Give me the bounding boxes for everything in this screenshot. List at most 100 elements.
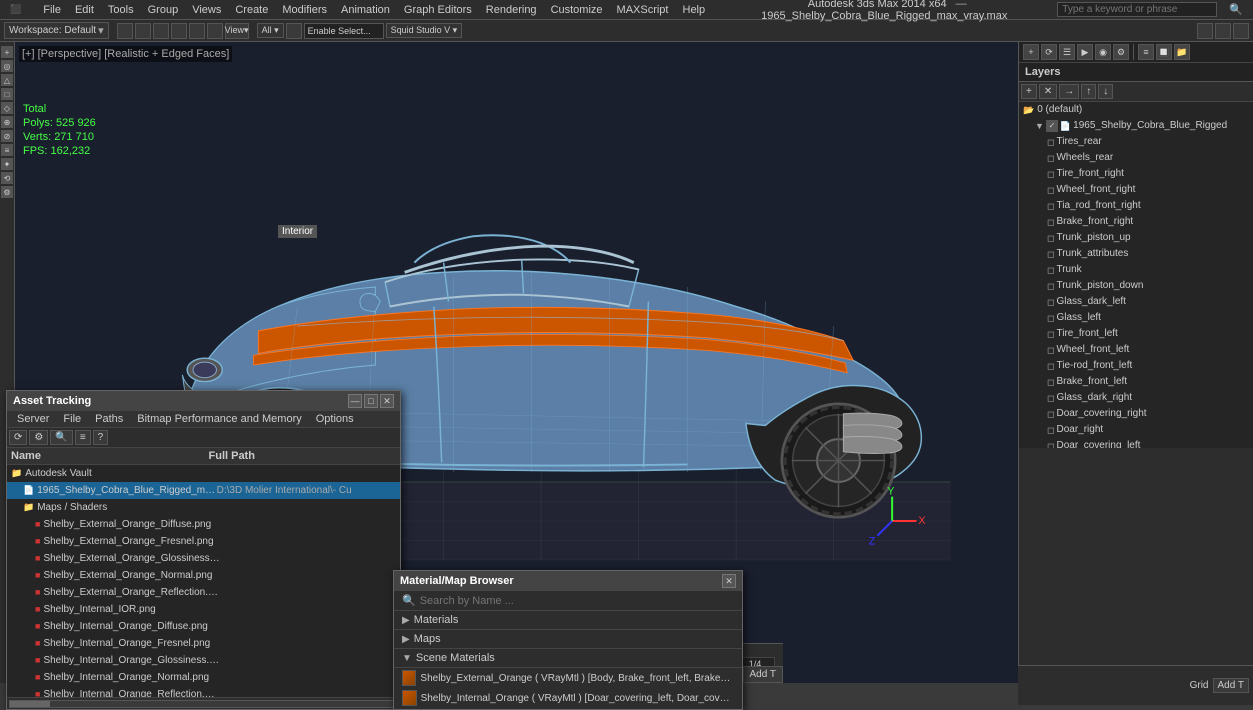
- asset-minimize-button[interactable]: —: [348, 394, 362, 408]
- layer-item[interactable]: ◻Trunk_piston_up: [1019, 230, 1253, 246]
- left-icon-10[interactable]: ⟲: [1, 172, 13, 184]
- squid-dropdown[interactable]: Squid Studio V ▾: [386, 23, 463, 38]
- layer-item[interactable]: ◻Tire_front_right: [1019, 166, 1253, 182]
- redo-icon[interactable]: [135, 23, 151, 39]
- layer-item[interactable]: ◻Tie-rod_front_left: [1019, 358, 1253, 374]
- asset-list-item[interactable]: ■ Shelby_External_Orange_Fresnel.png: [7, 533, 400, 550]
- asset-settings-button[interactable]: ⚙: [29, 430, 48, 445]
- left-icon-6[interactable]: ⊕: [1, 116, 13, 128]
- menu-help[interactable]: Help: [677, 4, 712, 16]
- menu-tools[interactable]: Tools: [102, 4, 140, 16]
- scene-material-item[interactable]: Shelby_External_Orange ( VRayMtl ) [Body…: [394, 668, 742, 688]
- scene-material-item[interactable]: Shelby_Internal_Orange ( VRayMtl ) [Doar…: [394, 688, 742, 708]
- asset-menu-bitmap[interactable]: Bitmap Performance and Memory: [131, 412, 307, 426]
- left-icon-1[interactable]: +: [1, 46, 13, 58]
- left-icon-9[interactable]: ✦: [1, 158, 13, 170]
- layer-item[interactable]: ◻Doar_right: [1019, 422, 1253, 438]
- create-icon[interactable]: +: [1023, 44, 1039, 60]
- layer-item[interactable]: ◻Brake_front_right: [1019, 214, 1253, 230]
- material-search-input[interactable]: [420, 595, 734, 607]
- scale-icon[interactable]: [207, 23, 223, 39]
- menu-file[interactable]: File: [37, 4, 67, 16]
- layer-item[interactable]: ◻Brake_front_left: [1019, 374, 1253, 390]
- scene-icon[interactable]: 🔲: [1156, 44, 1172, 60]
- left-icon-8[interactable]: ≡: [1, 144, 13, 156]
- layer-item[interactable]: ◻Doar_covering_left: [1019, 438, 1253, 448]
- menu-graph-editors[interactable]: Graph Editors: [398, 4, 478, 16]
- asset-list-item[interactable]: ■ Shelby_External_Orange_Normal.png: [7, 567, 400, 584]
- left-icon-2[interactable]: ◎: [1, 60, 13, 72]
- layer-item[interactable]: 📂0 (default): [1019, 102, 1253, 118]
- layer-item[interactable]: ▼✓📄1965_Shelby_Cobra_Blue_Rigged: [1019, 118, 1253, 134]
- layer-item[interactable]: ◻Wheels_rear: [1019, 150, 1253, 166]
- hierarchy-icon[interactable]: ☰: [1059, 44, 1075, 60]
- asset-list-item[interactable]: ■ Shelby_Internal_Orange_Reflection.png: [7, 686, 400, 697]
- utilities-icon[interactable]: ⚙: [1113, 44, 1129, 60]
- asset-scroll-track[interactable]: [9, 700, 398, 708]
- select-filter-input[interactable]: Enable Select...: [304, 23, 384, 39]
- modify-icon[interactable]: ⟳: [1041, 44, 1057, 60]
- asset-list-item[interactable]: ■ Shelby_Internal_Orange_Glossiness.png: [7, 652, 400, 669]
- view-dropdown[interactable]: View▾: [225, 23, 249, 39]
- menu-customize[interactable]: Customize: [545, 4, 609, 16]
- rotate-icon[interactable]: [189, 23, 205, 39]
- menu-create[interactable]: Create: [229, 4, 274, 16]
- workspace-dropdown[interactable]: Workspace: Default ▾: [4, 22, 109, 39]
- material-close-button[interactable]: ✕: [722, 574, 736, 588]
- layer-item[interactable]: ◻Trunk_attributes: [1019, 246, 1253, 262]
- layer-item[interactable]: ◻Doar_covering_right: [1019, 406, 1253, 422]
- left-icon-3[interactable]: △: [1, 74, 13, 86]
- asset-close-button[interactable]: ✕: [380, 394, 394, 408]
- layer-item[interactable]: ◻Wheel_front_right: [1019, 182, 1253, 198]
- material-icon[interactable]: [1215, 23, 1231, 39]
- layer-item[interactable]: ◻Trunk_piston_down: [1019, 278, 1253, 294]
- asset-options-button[interactable]: ≡: [75, 430, 91, 445]
- asset-menu-paths[interactable]: Paths: [89, 412, 129, 426]
- asset-list-item[interactable]: 📁 Maps / Shaders: [7, 499, 400, 516]
- menu-animation[interactable]: Animation: [335, 4, 396, 16]
- layer-item[interactable]: ◻Wheel_front_left: [1019, 342, 1253, 358]
- asset-list-item[interactable]: ■ Shelby_Internal_IOR.png: [7, 601, 400, 618]
- asset-list-item[interactable]: ■ Shelby_Internal_Orange_Fresnel.png: [7, 635, 400, 652]
- asset-maximize-button[interactable]: □: [364, 394, 378, 408]
- layer-item[interactable]: ◻Glass_dark_right: [1019, 390, 1253, 406]
- asset-menu-options[interactable]: Options: [310, 412, 360, 426]
- scene-materials-section[interactable]: ▼ Scene Materials: [394, 649, 742, 668]
- asset-list-item[interactable]: ■ Shelby_External_Orange_Reflection.png: [7, 584, 400, 601]
- left-icon-4[interactable]: □: [1, 88, 13, 100]
- layer-item[interactable]: ◻Tire_front_left: [1019, 326, 1253, 342]
- asset-list-item[interactable]: ■ Shelby_External_Orange_Glossiness.png: [7, 550, 400, 567]
- materials-section[interactable]: ▶ Materials: [394, 611, 742, 630]
- add-time-button[interactable]: Add T: [743, 666, 784, 683]
- asset-list-item[interactable]: 📄 1965_Shelby_Cobra_Blue_Rigged_max_vray…: [7, 482, 400, 499]
- asset-find-button[interactable]: 🔍: [50, 430, 72, 445]
- layer-item[interactable]: ◻Tia_rod_front_right: [1019, 198, 1253, 214]
- display-icon[interactable]: ◉: [1095, 44, 1111, 60]
- asset-scroll-thumb[interactable]: [10, 701, 50, 707]
- move-icon[interactable]: [171, 23, 187, 39]
- layer-icon[interactable]: ≡: [1138, 44, 1154, 60]
- asset-menu-file[interactable]: File: [57, 412, 87, 426]
- layer-item[interactable]: ◻Trunk: [1019, 262, 1253, 278]
- menu-group[interactable]: Group: [142, 4, 185, 16]
- explorer-icon[interactable]: 📁: [1174, 44, 1190, 60]
- asset-list-item[interactable]: ■ Shelby_Internal_Orange_Diffuse.png: [7, 618, 400, 635]
- menu-modifiers[interactable]: Modifiers: [276, 4, 333, 16]
- render-icon[interactable]: [1197, 23, 1213, 39]
- maps-section[interactable]: ▶ Maps: [394, 630, 742, 649]
- asset-list-item[interactable]: 📁 Autodesk Vault: [7, 465, 400, 482]
- undo-icon[interactable]: [117, 23, 133, 39]
- search-input[interactable]: [1057, 2, 1217, 17]
- menu-maxscript[interactable]: MAXScript: [611, 4, 675, 16]
- select-icon[interactable]: [153, 23, 169, 39]
- filter-dropdown[interactable]: All ▾: [257, 23, 284, 38]
- move-down-button[interactable]: ↓: [1098, 84, 1113, 99]
- menu-views[interactable]: Views: [186, 4, 227, 16]
- move-to-layer-button[interactable]: →: [1059, 84, 1079, 99]
- asset-menu-server[interactable]: Server: [11, 412, 55, 426]
- layer-item[interactable]: ◻Glass_left: [1019, 310, 1253, 326]
- left-icon-11[interactable]: ⚙: [1, 186, 13, 198]
- asset-help-button[interactable]: ?: [93, 430, 109, 445]
- left-icon-7[interactable]: ⊘: [1, 130, 13, 142]
- menu-edit[interactable]: Edit: [69, 4, 100, 16]
